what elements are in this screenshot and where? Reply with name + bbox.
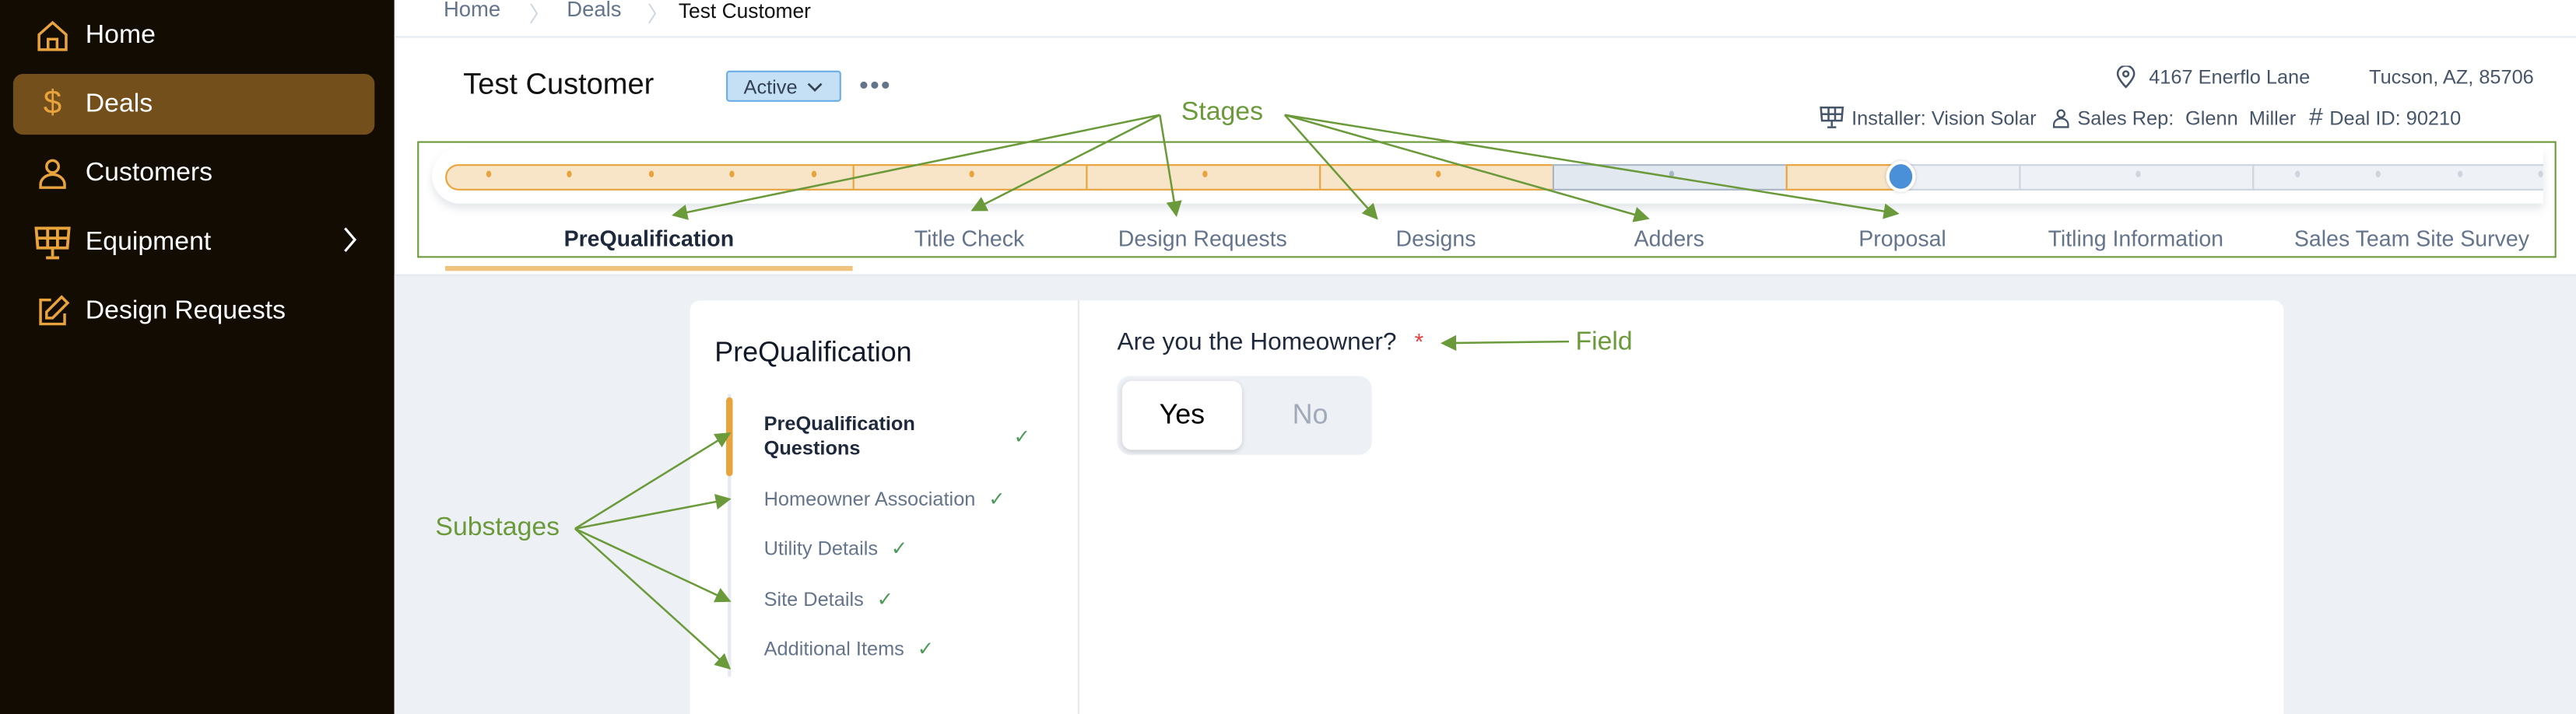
arrow [672,114,1160,220]
annotation-arrows [574,114,1900,670]
arrow [1284,114,1900,219]
arrow [970,114,1160,212]
arrow [574,527,732,603]
app-window: Home $ Deals Customers Equipment Design … [0,0,2576,714]
arrow [1283,114,1378,220]
arrow [1284,114,1650,222]
arrow [574,527,732,670]
arrow [1159,114,1182,218]
arrow [1440,334,1570,352]
